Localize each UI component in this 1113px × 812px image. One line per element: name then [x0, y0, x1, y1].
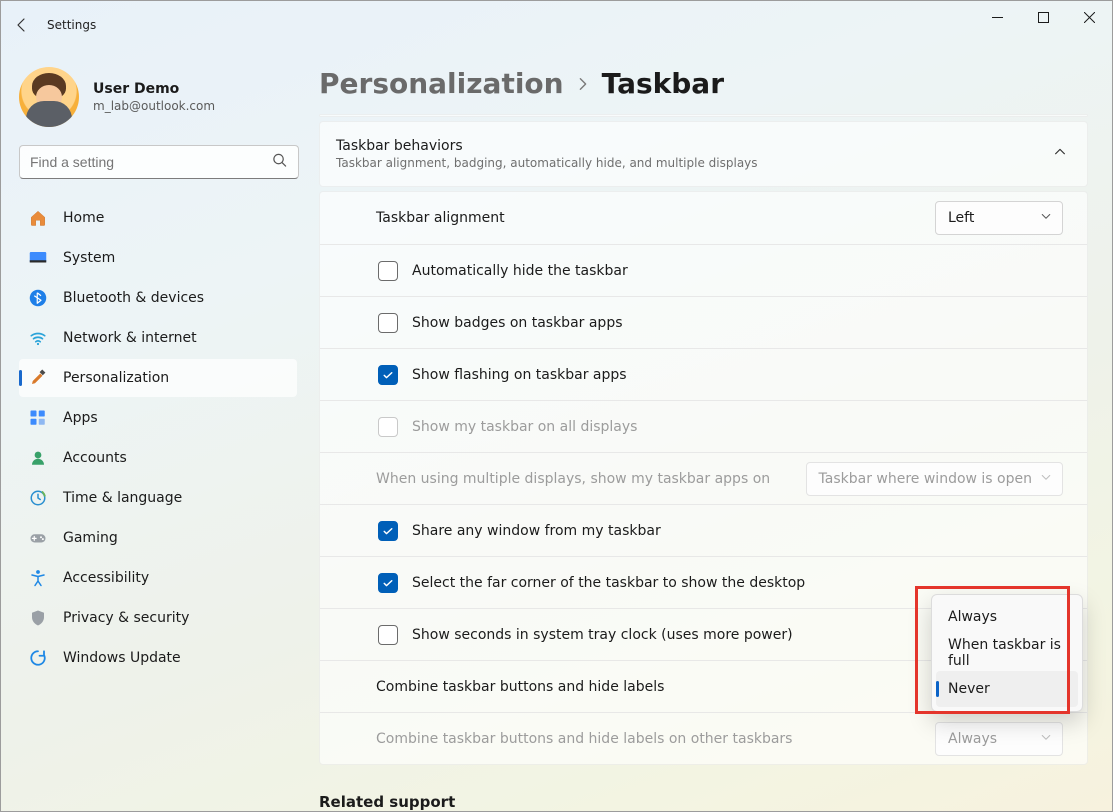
checkbox[interactable] [378, 365, 398, 385]
taskbar-behaviors-header[interactable]: Taskbar behaviors Taskbar alignment, bad… [319, 121, 1088, 187]
nav-label: Gaming [63, 530, 118, 546]
nav-label: Accounts [63, 450, 127, 466]
profile[interactable]: User Demo m_lab@outlook.com [19, 67, 297, 127]
section-title: Taskbar behaviors [336, 138, 758, 154]
dropdown-option-never[interactable]: Never [936, 671, 1078, 707]
row-taskbar-alignment: Taskbar alignment Left [320, 192, 1087, 244]
app-title: Settings [47, 18, 96, 32]
page-title: Taskbar [602, 67, 724, 100]
chevron-down-icon [1040, 731, 1052, 747]
nav-label: Personalization [63, 370, 169, 386]
sidebar: User Demo m_lab@outlook.com Home System Bl… [1, 49, 311, 811]
avatar [19, 67, 79, 127]
profile-email: m_lab@outlook.com [93, 99, 215, 113]
chevron-down-icon [1040, 210, 1052, 226]
select-multi-display-apps: Taskbar where window is open [806, 462, 1063, 496]
checkbox[interactable] [378, 573, 398, 593]
nav-label: Apps [63, 410, 98, 426]
apps-icon [29, 409, 47, 427]
home-icon [29, 209, 47, 227]
row-show-badges[interactable]: Show badges on taskbar apps [320, 296, 1087, 348]
nav-label: Time & language [63, 490, 182, 506]
nav-item-bluetooth-devices[interactable]: Bluetooth & devices [19, 279, 297, 317]
checkbox[interactable] [378, 625, 398, 645]
select-combine-other: Always [935, 722, 1063, 756]
checkbox[interactable] [378, 521, 398, 541]
bluetooth-icon [29, 289, 47, 307]
nav-label: Privacy & security [63, 610, 189, 626]
nav-label: Windows Update [63, 650, 181, 666]
person-icon [29, 449, 47, 467]
update-icon [29, 649, 47, 667]
related-support-heading: Related support [319, 793, 1088, 811]
breadcrumb-parent[interactable]: Personalization [319, 67, 564, 100]
clipped-section[interactable]: Show or hide additional system tray icon… [319, 114, 1088, 117]
chevron-up-icon [1053, 145, 1067, 163]
search-input[interactable] [19, 145, 299, 179]
nav: Home System Bluetooth & devices Network & i… [19, 199, 297, 677]
breadcrumb: Personalization Taskbar [319, 67, 1088, 100]
row-show-flashing[interactable]: Show flashing on taskbar apps [320, 348, 1087, 400]
dropdown-option-when-taskbar-is-full[interactable]: When taskbar is full [936, 635, 1078, 671]
nav-item-windows-update[interactable]: Windows Update [19, 639, 297, 677]
chevron-right-icon [576, 72, 590, 96]
row-share-window[interactable]: Share any window from my taskbar [320, 504, 1087, 556]
row-combine-buttons-other: Combine taskbar buttons and hide labels … [320, 712, 1087, 764]
brush-icon [29, 369, 47, 387]
back-button[interactable] [13, 16, 31, 34]
titlebar: Settings [1, 1, 1112, 49]
nav-label: Network & internet [63, 330, 197, 346]
checkbox [378, 417, 398, 437]
dropdown-option-always[interactable]: Always [936, 599, 1078, 635]
nav-item-privacy-security[interactable]: Privacy & security [19, 599, 297, 637]
search-field-wrap [19, 145, 297, 179]
nav-item-time-language[interactable]: Time & language [19, 479, 297, 517]
profile-name: User Demo [93, 81, 215, 97]
gaming-icon [29, 529, 47, 547]
nav-item-accessibility[interactable]: Accessibility [19, 559, 297, 597]
nav-item-system[interactable]: System [19, 239, 297, 277]
nav-label: Accessibility [63, 570, 149, 586]
section-subtitle: Taskbar alignment, badging, automaticall… [336, 156, 758, 170]
accessibility-icon [29, 569, 47, 587]
nav-label: Bluetooth & devices [63, 290, 204, 306]
nav-item-home[interactable]: Home [19, 199, 297, 237]
minimize-button[interactable] [974, 1, 1020, 33]
system-icon [29, 249, 47, 267]
row-taskbar-all-displays: Show my taskbar on all displays [320, 400, 1087, 452]
wifi-icon [29, 329, 47, 347]
checkbox[interactable] [378, 261, 398, 281]
row-multi-display-apps: When using multiple displays, show my ta… [320, 452, 1087, 504]
nav-item-gaming[interactable]: Gaming [19, 519, 297, 557]
select-taskbar-alignment[interactable]: Left [935, 201, 1063, 235]
row-autohide-taskbar[interactable]: Automatically hide the taskbar [320, 244, 1087, 296]
nav-label: System [63, 250, 115, 266]
nav-label: Home [63, 210, 104, 226]
close-button[interactable] [1066, 1, 1112, 33]
clock-icon [29, 489, 47, 507]
nav-item-personalization[interactable]: Personalization [19, 359, 297, 397]
checkbox[interactable] [378, 313, 398, 333]
search-icon [272, 153, 287, 172]
nav-item-apps[interactable]: Apps [19, 399, 297, 437]
chevron-down-icon [1040, 471, 1052, 487]
maximize-button[interactable] [1020, 1, 1066, 33]
combine-dropdown-flyout[interactable]: AlwaysWhen taskbar is fullNever [931, 594, 1083, 712]
nav-item-accounts[interactable]: Accounts [19, 439, 297, 477]
shield-icon [29, 609, 47, 627]
nav-item-network-internet[interactable]: Network & internet [19, 319, 297, 357]
